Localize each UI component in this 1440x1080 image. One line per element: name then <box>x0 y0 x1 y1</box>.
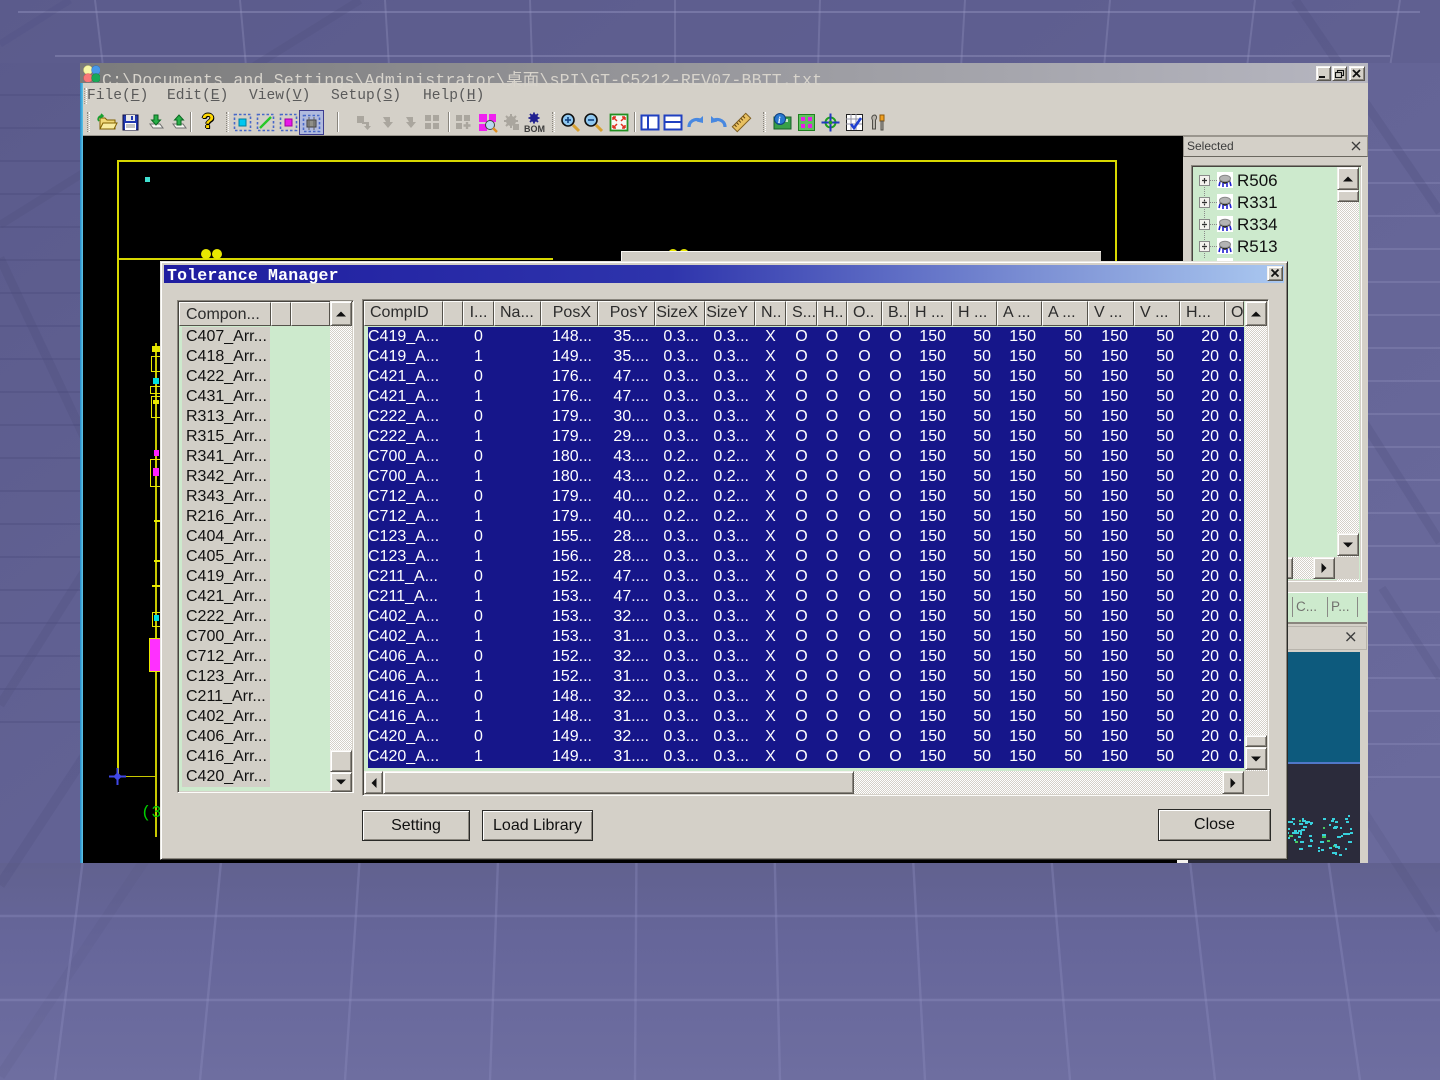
svg-text:BOM: BOM <box>524 124 545 134</box>
